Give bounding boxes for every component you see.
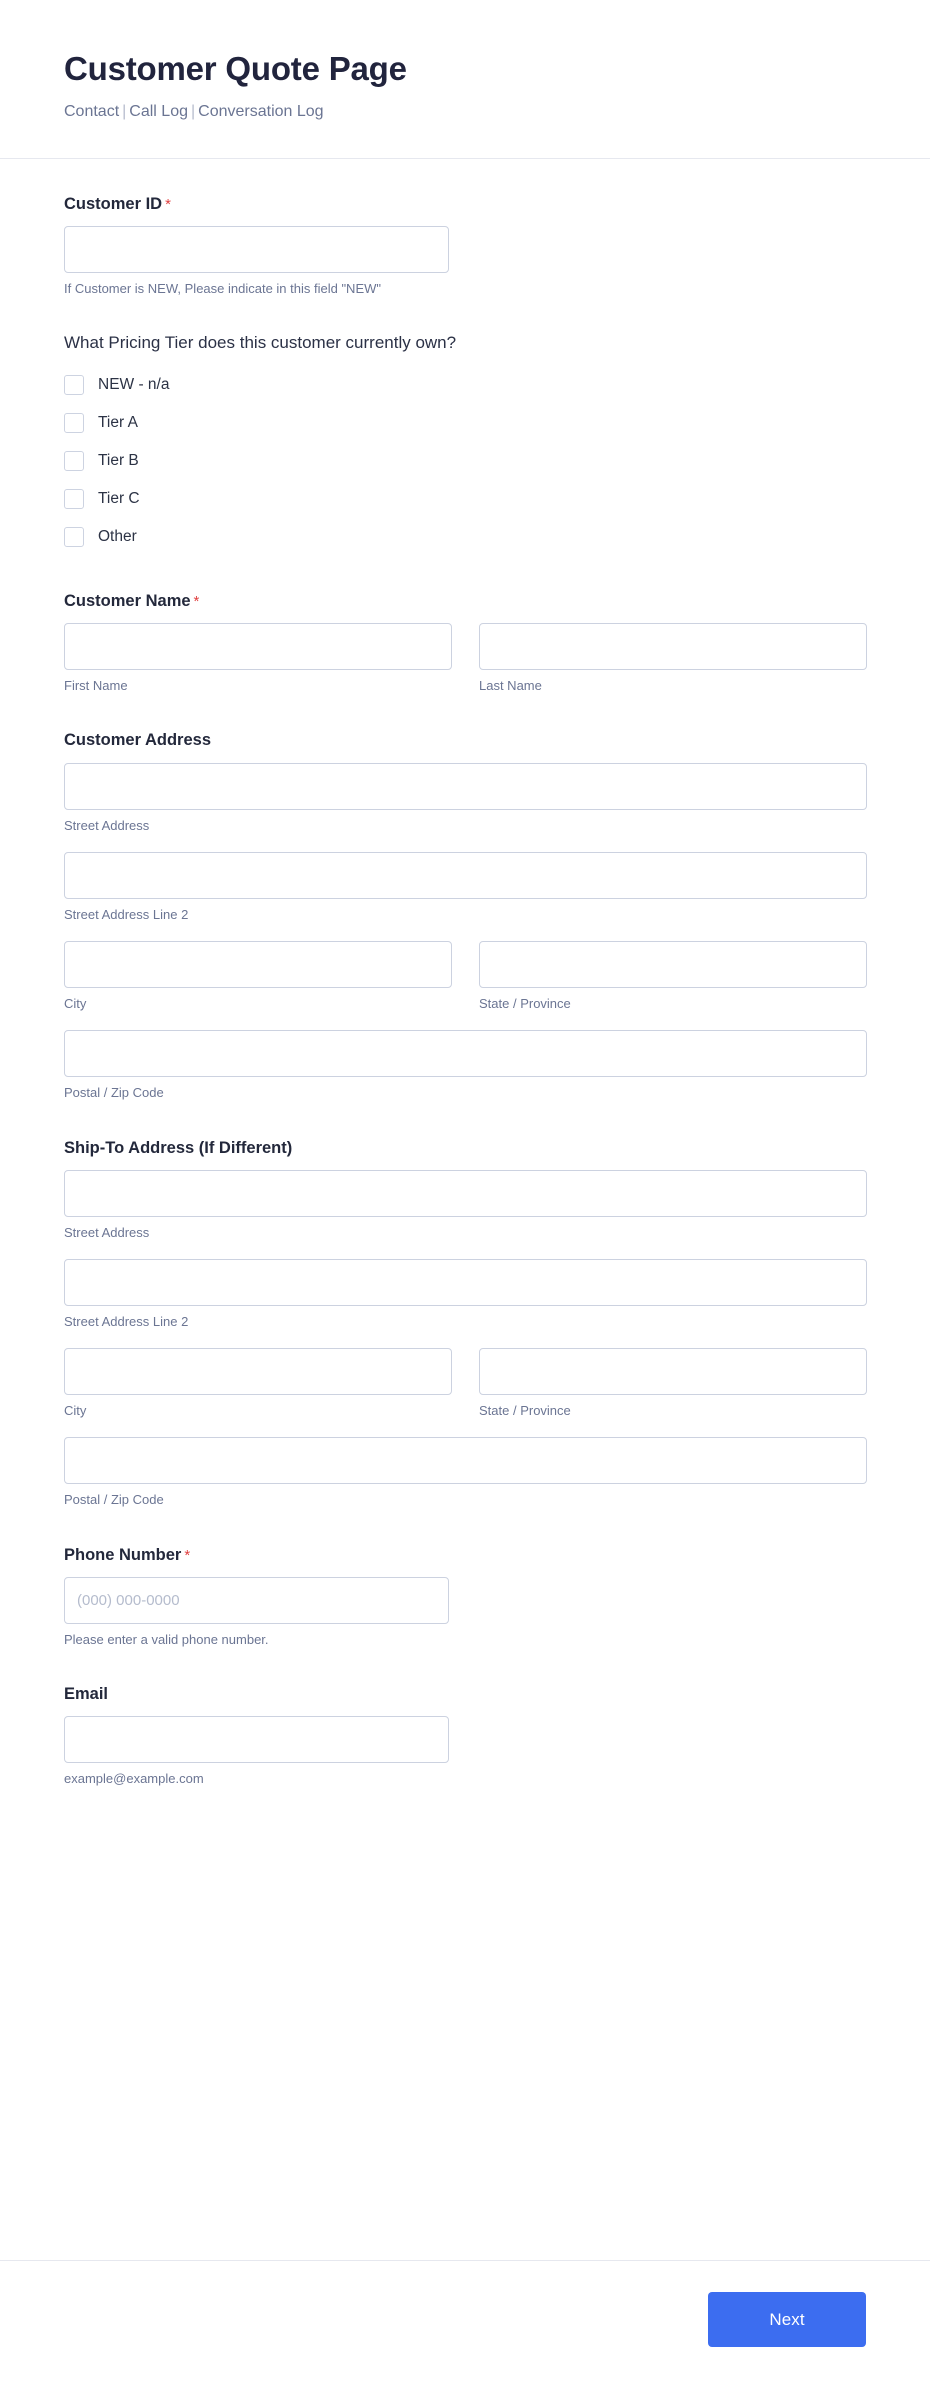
ship-to-state-sub-label: State / Province xyxy=(479,1403,571,1419)
ship-to-state-input[interactable] xyxy=(479,1348,867,1396)
customer-address-street-input[interactable] xyxy=(64,762,867,810)
customer-address-street2-sub-label: Street Address Line 2 xyxy=(64,906,189,922)
customer-address-street2-input[interactable] xyxy=(64,851,867,899)
checkbox-row-tier-b[interactable]: Tier B xyxy=(64,442,866,480)
breadcrumb-separator: | xyxy=(122,103,127,121)
field-pricing-tier: What Pricing Tier does this customer cur… xyxy=(64,332,866,556)
pricing-tier-label: What Pricing Tier does this customer cur… xyxy=(64,333,457,353)
customer-address-postal-sub-label: Postal / Zip Code xyxy=(64,1085,164,1101)
ship-to-street2-sub-label: Street Address Line 2 xyxy=(64,1313,189,1329)
customer-address-city-sub-label: City xyxy=(64,996,87,1012)
customer-address-label: Customer Address xyxy=(64,731,212,750)
form-body: Customer ID * If Customer is NEW, Please … xyxy=(0,159,930,2260)
checkbox-label-other: Other xyxy=(98,527,137,545)
customer-address-state-group: State / Province xyxy=(479,941,867,1013)
email-input[interactable] xyxy=(64,1716,449,1764)
checkbox-label-tier-b: Tier B xyxy=(98,451,139,469)
customer-address-postal-input[interactable] xyxy=(64,1030,867,1078)
required-asterisk: * xyxy=(165,195,171,213)
checkbox-row-tier-a[interactable]: Tier A xyxy=(64,404,866,442)
ship-to-postal-group: Postal / Zip Code xyxy=(64,1437,867,1509)
ship-to-street2-group: Street Address Line 2 xyxy=(64,1258,867,1331)
field-ship-to-address: Ship-To Address (If Different) Street Ad… xyxy=(64,1137,867,1510)
customer-id-label-text: Customer ID xyxy=(64,194,163,213)
customer-address-state-input[interactable] xyxy=(479,941,867,989)
ship-to-street-group: Street Address xyxy=(64,1169,867,1242)
customer-id-hint: If Customer is NEW, Please indicate in t… xyxy=(64,280,382,296)
phone-number-input[interactable] xyxy=(64,1576,449,1624)
checkbox-new-icon[interactable] xyxy=(64,375,84,396)
ship-to-state-group: State / Province xyxy=(479,1348,867,1420)
checkbox-tier-a-icon[interactable] xyxy=(64,413,84,434)
customer-id-label: Customer ID * xyxy=(64,193,866,215)
customer-address-state-sub-label: State / Province xyxy=(479,996,571,1012)
field-email: Email example@example.com xyxy=(64,1683,866,1788)
last-name-group: Last Name xyxy=(479,623,867,695)
customer-address-city-input[interactable] xyxy=(64,941,452,989)
ship-to-city-state-row: City State / Province xyxy=(64,1348,867,1420)
form-header: Customer Quote Page Contact | Call Log | Con… xyxy=(0,0,930,159)
checkbox-label-tier-c: Tier C xyxy=(98,489,140,507)
required-asterisk: * xyxy=(184,1546,191,1564)
last-name-input[interactable] xyxy=(479,623,867,671)
email-label: Email xyxy=(64,1684,109,1703)
required-asterisk: * xyxy=(193,593,200,611)
ship-to-city-sub-label: City xyxy=(64,1403,87,1419)
field-phone-number: Phone Number* Please enter a valid phone… xyxy=(64,1544,866,1649)
phone-number-label: Phone Number * xyxy=(64,1544,866,1566)
customer-address-postal-group: Postal / Zip Code xyxy=(64,1030,867,1102)
field-customer-id: Customer ID * If Customer is NEW, Please … xyxy=(64,193,866,298)
phone-number-hint: Please enter a valid phone number. xyxy=(64,1631,269,1647)
ship-to-postal-sub-label: Postal / Zip Code xyxy=(64,1492,164,1508)
checkbox-tier-c-icon[interactable] xyxy=(64,489,84,510)
customer-address-street2-group: Street Address Line 2 xyxy=(64,851,867,924)
form-page: Customer Quote Page Contact | Call Log | Con… xyxy=(0,0,930,2391)
form-footer: Next xyxy=(0,2260,930,2391)
breadcrumb-item-call-log[interactable]: Call Log xyxy=(129,103,188,120)
ship-to-address-label: Ship-To Address (If Different) xyxy=(64,1138,293,1157)
checkbox-other-icon[interactable] xyxy=(64,527,84,548)
pricing-tier-options: NEW - n/a Tier A Tier B Tier C Other xyxy=(64,366,866,556)
breadcrumb-item-contact[interactable]: Contact xyxy=(64,103,119,120)
first-name-group: First Name xyxy=(64,623,452,695)
phone-number-label-text: Phone Number xyxy=(64,1545,182,1564)
checkbox-label-new: NEW - n/a xyxy=(98,375,170,393)
checkbox-tier-b-icon[interactable] xyxy=(64,451,84,472)
customer-name-row: First Name Last Name xyxy=(64,623,867,695)
ship-to-city-input[interactable] xyxy=(64,1348,452,1396)
field-customer-name: Customer Name * First Name Last Name xyxy=(64,590,867,695)
customer-address-street-sub-label: Street Address xyxy=(64,817,150,833)
checkbox-row-tier-c[interactable]: Tier C xyxy=(64,480,866,518)
page-title: Customer Quote Page xyxy=(64,50,407,87)
customer-name-label: Customer Name * xyxy=(64,590,866,612)
breadcrumb: Contact | Call Log | Conversation Log xyxy=(64,101,866,123)
ship-to-postal-input[interactable] xyxy=(64,1437,867,1485)
checkbox-row-new[interactable]: NEW - n/a xyxy=(64,366,866,404)
first-name-input[interactable] xyxy=(64,623,452,671)
breadcrumb-item-conversation-log[interactable]: Conversation Log xyxy=(198,103,323,120)
breadcrumb-separator: | xyxy=(191,103,196,121)
ship-to-street-sub-label: Street Address xyxy=(64,1224,150,1240)
customer-address-city-state-row: City State / Province xyxy=(64,941,867,1013)
first-name-sub-label: First Name xyxy=(64,678,128,694)
field-customer-address: Customer Address Street Address Street A… xyxy=(64,729,867,1102)
customer-name-label-text: Customer Name xyxy=(64,592,191,611)
last-name-sub-label: Last Name xyxy=(479,678,542,694)
next-button[interactable]: Next xyxy=(708,2292,866,2347)
ship-to-street2-input[interactable] xyxy=(64,1258,867,1306)
customer-address-street-group: Street Address xyxy=(64,762,867,835)
checkbox-label-tier-a: Tier A xyxy=(98,413,138,431)
ship-to-street-input[interactable] xyxy=(64,1169,867,1217)
customer-address-city-group: City xyxy=(64,941,452,1013)
customer-id-input[interactable] xyxy=(64,225,449,273)
ship-to-city-group: City xyxy=(64,1348,452,1420)
checkbox-row-other[interactable]: Other xyxy=(64,518,866,556)
email-hint: example@example.com xyxy=(64,1771,204,1787)
